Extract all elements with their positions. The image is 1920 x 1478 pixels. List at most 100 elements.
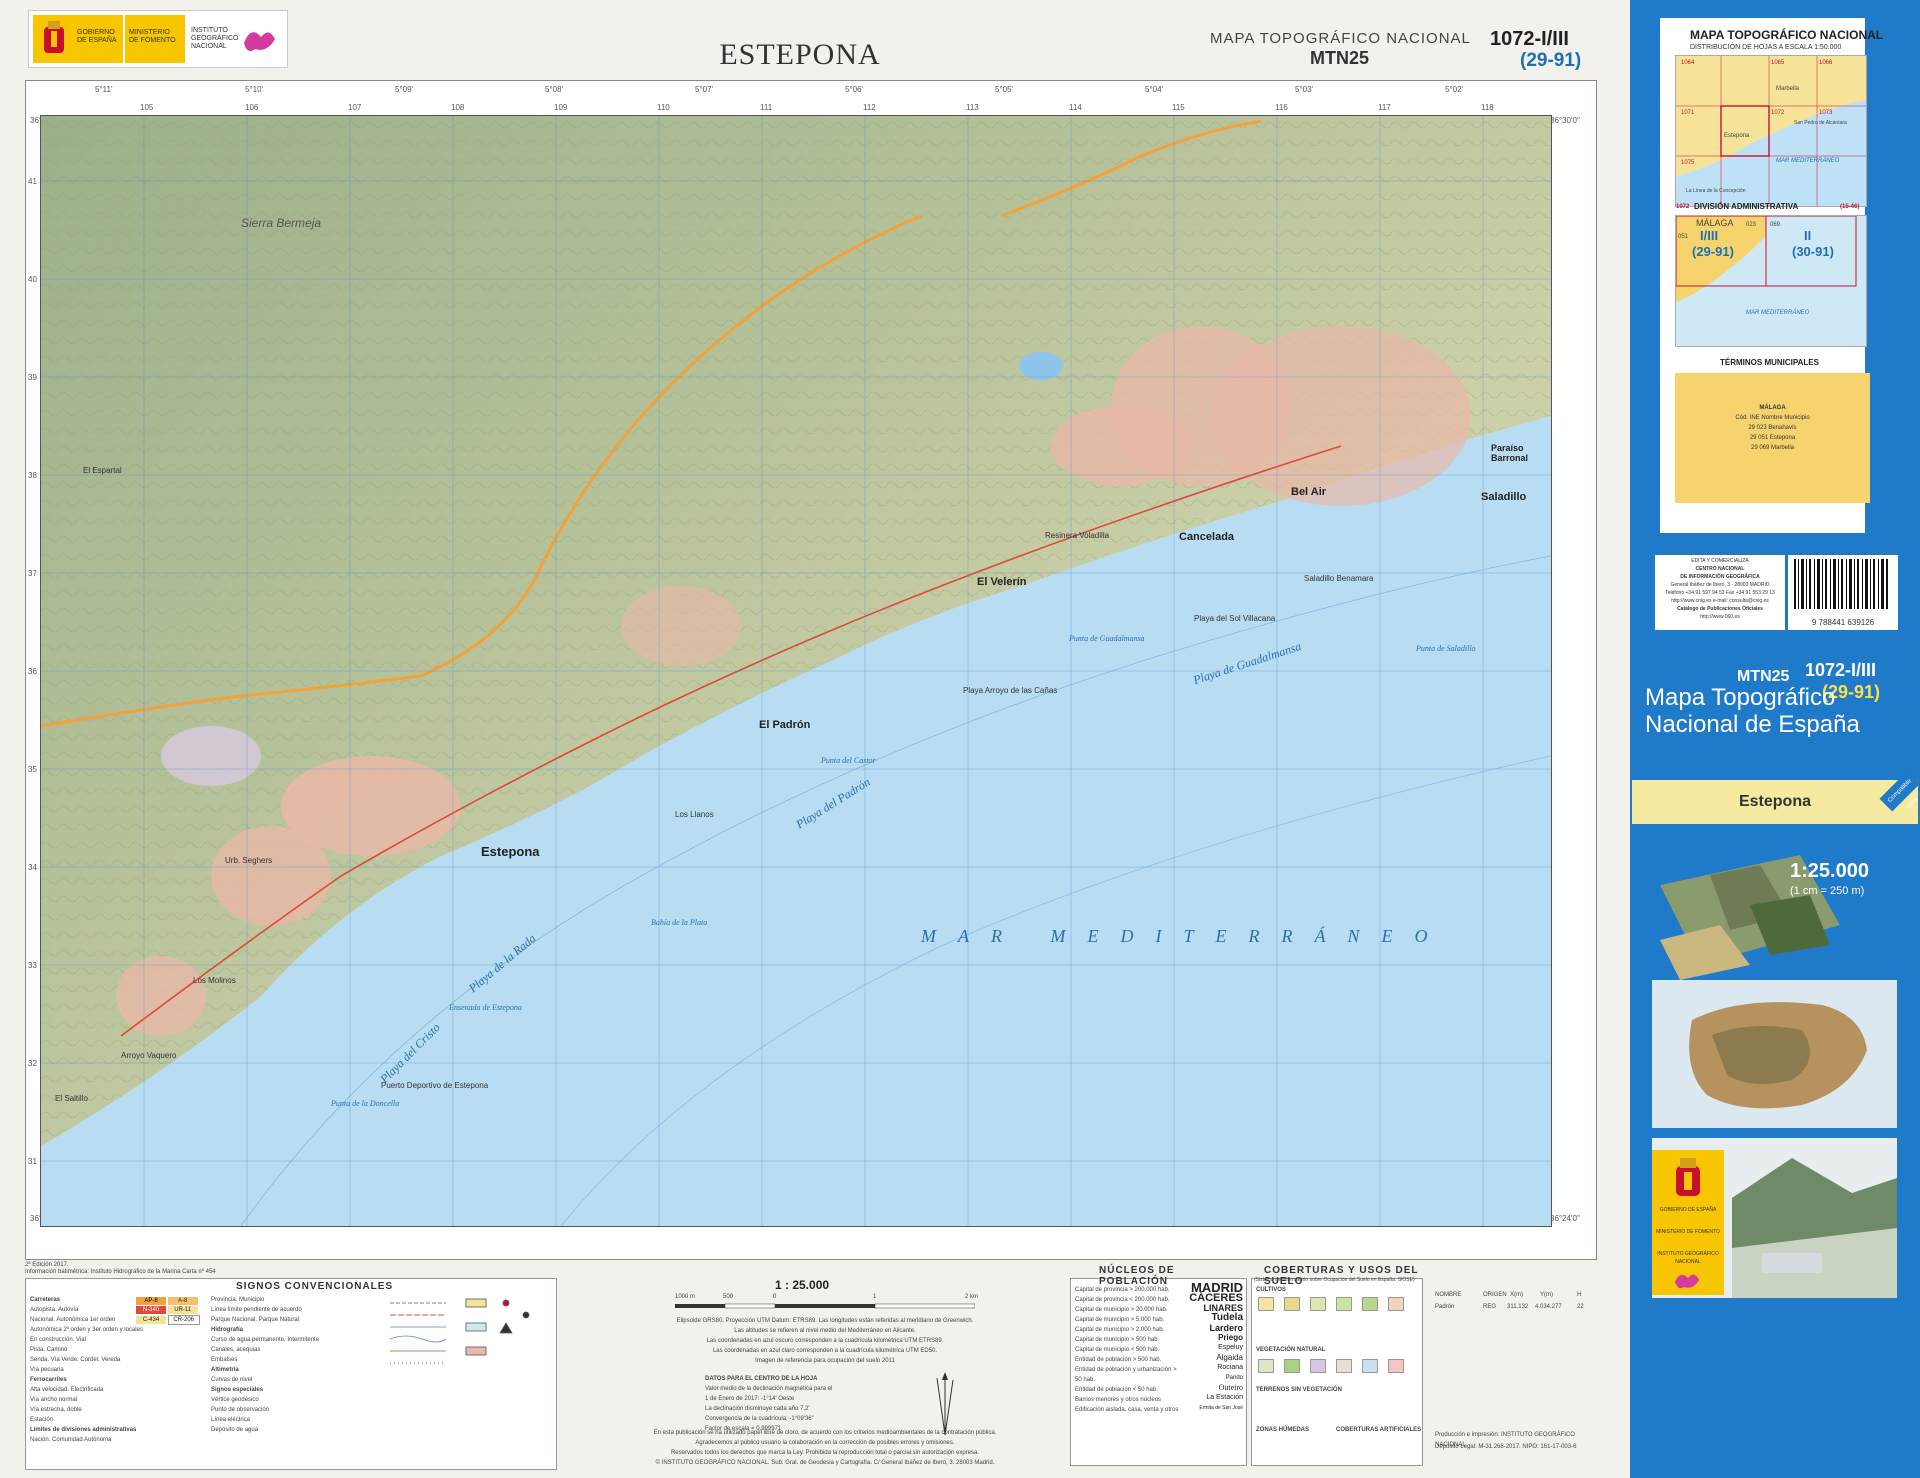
cob-section: CULTIVOS <box>1256 1287 1286 1293</box>
ov-place: MAR MEDITERRÁNEO <box>1776 158 1840 164</box>
datum-line: Las altitudes se refieren al nivel medio… <box>734 1328 916 1334</box>
nucleo-name: Outeiro <box>1218 1383 1243 1392</box>
signo-item: Parque Nacional. Parque Natural <box>211 1317 300 1323</box>
nucleo-name: Algaida <box>1216 1353 1243 1362</box>
utm-tick: 111 <box>760 103 773 112</box>
cob-swatch <box>1258 1359 1274 1373</box>
scale-tick: 1000 m <box>675 1294 696 1300</box>
top-tick: 5°09' <box>395 85 414 94</box>
map-graphic <box>41 116 1551 1226</box>
cover-scale: 1:25.000 <box>1790 860 1869 882</box>
top-tick: 5°10' <box>245 85 264 94</box>
left-tick: 34 <box>28 863 37 872</box>
place-label: El Padrón <box>759 719 811 731</box>
nucleo-row: Capital de municipio > 5.000 hab. <box>1075 1317 1165 1323</box>
nucleo-name: Rociana <box>1217 1364 1243 1371</box>
road-code-swatches: AP-8 A-8 N-340 UR-11 C-434 CR-206 <box>136 1297 216 1325</box>
left-tick: 37 <box>28 569 37 578</box>
div-label: I/III <box>1700 228 1719 243</box>
ov-place: Marbella <box>1776 86 1800 92</box>
cob-sub: (Sistema de Información sobre Ocupación … <box>1254 1277 1415 1283</box>
edition-note: Información batimétrica: Instituto Hidro… <box>25 1269 216 1275</box>
nucleo-row: Entidad de población y urbanización > 50… <box>1075 1367 1177 1383</box>
left-tick: 36 <box>28 667 37 676</box>
place-label: Resinera Voladilla <box>1045 531 1110 540</box>
division-sub: (15-46) <box>1840 204 1860 210</box>
header-logos: GOBIERNO DE ESPAÑA MINISTERIO DE FOMENTO… <box>28 10 288 68</box>
series-title: MAPA TOPOGRÁFICO NACIONAL <box>1210 30 1471 47</box>
nombre-cell: 4.034.277 <box>1535 1304 1562 1310</box>
place-label: Paraíso Barronal <box>1491 443 1529 463</box>
nucleo-name: La Estación <box>1206 1394 1243 1401</box>
datum-line: Las coordenadas en azul oscuro correspon… <box>706 1338 944 1344</box>
rights-note: Reservados todos los derechos que marca … <box>670 1450 980 1456</box>
ov-sheet: 1066 <box>1819 60 1833 66</box>
nombre-header: ORIGEN <box>1483 1292 1507 1298</box>
utm-tick: 117 <box>1378 103 1391 112</box>
signo-item: Vía pecuaria <box>30 1367 64 1373</box>
gov-bottom-line: INSTITUTO GEOGRÁFICO NACIONAL <box>1657 1251 1719 1265</box>
div-label: 023 <box>1746 222 1757 228</box>
division-sheet: 1072 <box>1676 204 1690 210</box>
overview-map[interactable]: 1064 1065 1066 1071 1072 1073 1075 Marbe… <box>1675 55 1867 207</box>
utm-tick: 118 <box>1481 103 1494 112</box>
utm-tick: 113 <box>966 103 979 112</box>
signo-item: Hidrografía <box>211 1327 244 1333</box>
signo-item: Vértice geodésico <box>211 1397 259 1403</box>
datum-line: Elipsoide GRS80. Proyección UTM Datum: E… <box>676 1318 974 1324</box>
nucleo-row: Capital de municipio > 20.000 hab. <box>1075 1307 1168 1313</box>
cover-code: 1072-I/III <box>1805 660 1877 680</box>
place-label: Bel Air <box>1291 486 1327 498</box>
signo-item: Provincia. Municipio <box>211 1297 265 1303</box>
signo-item: Punto de observación <box>211 1407 270 1413</box>
signo-item: Línea límite pendiente de acuerdo <box>211 1307 302 1313</box>
place-label: Sierra Bermeja <box>241 216 322 230</box>
overview-sub: DISTRIBUCIÓN DE HOJAS A ESCALA 1:50.000 <box>1690 44 1842 51</box>
sea-label: MAR MEDITERRÁNEO <box>921 926 1450 946</box>
nombre-header: NOMBRE <box>1435 1292 1462 1298</box>
sheet-number: 1072-I/III <box>1490 28 1569 50</box>
utm-tick: 115 <box>1172 103 1185 112</box>
nucleo-name: Pando <box>1225 1375 1243 1381</box>
topographic-map[interactable]: Estepona El Padrón El Velerín Cancelada … <box>40 115 1552 1227</box>
gov-bottom-logo: GOBIERNO DE ESPAÑA MINISTERIO DE FOMENTO… <box>1652 1150 1724 1295</box>
scale-tick: 500 <box>723 1294 734 1300</box>
magnetic-title: DATOS PARA EL CENTRO DE LA HOJA <box>705 1376 818 1382</box>
left-tick: 41 <box>28 177 37 186</box>
nucleo-row: Capital de municipio < 500 hab. <box>1075 1347 1160 1353</box>
pub-line: CENTRO NACIONAL <box>1695 566 1745 572</box>
cob-swatch <box>1362 1297 1378 1311</box>
div-label: II <box>1804 228 1812 243</box>
place-label: Saladillo <box>1481 491 1527 503</box>
nucleo-name: CÁCERES <box>1189 1292 1243 1304</box>
top-tick: 5°05' <box>995 85 1014 94</box>
division-map[interactable]: MÁLAGA I/III (29-91) II (30-91) 051 023 … <box>1675 215 1867 347</box>
cob-swatch <box>1310 1359 1326 1373</box>
nucleo-row: Entidad de población < 50 hab. <box>1075 1387 1158 1393</box>
left-tick: 35 <box>28 765 37 774</box>
utm-tick: 114 <box>1069 103 1082 112</box>
scale-block: 1 : 25.000 1000 m 500 0 1 2 km Elipsoide… <box>625 1278 1025 1468</box>
datum-line: Las coordenadas en azul claro correspond… <box>712 1348 938 1354</box>
ov-sheet: 1064 <box>1681 60 1695 66</box>
pub-line: EDITA Y COMERCIALIZA <box>1691 558 1749 564</box>
ign-line1: INSTITUTO <box>191 27 228 34</box>
nucleo-row: Barrios menores y otros núcleos <box>1075 1397 1162 1403</box>
div-label: (29-91) <box>1692 244 1734 259</box>
pub-line: Catálogo de Publicaciones Oficiales <box>1677 606 1763 612</box>
cob-section: TERRENOS SIN VEGETACIÓN <box>1256 1387 1342 1393</box>
signos-title: SIGNOS CONVENCIONALES <box>236 1281 394 1292</box>
div-label: 051 <box>1678 234 1689 240</box>
iberia-map-graphic <box>1652 980 1897 1128</box>
place-label: El Velerín <box>977 576 1027 588</box>
publisher-box: EDITA Y COMERCIALIZA CENTRO NACIONAL DE … <box>1655 555 1785 630</box>
road-code: CR-206 <box>167 1315 200 1325</box>
nucleo-name: Espeluy <box>1218 1344 1243 1351</box>
signo-item: Vía estrecha, doble <box>30 1407 82 1413</box>
nucleo-row: Capital de municipio > 2.000 hab. <box>1075 1327 1165 1333</box>
overview-title: MAPA TOPOGRÁFICO NACIONAL <box>1690 28 1884 42</box>
nombre-cell: Padrón <box>1435 1304 1455 1310</box>
gobierno-logo: GOBIERNO DE ESPAÑA <box>33 15 123 63</box>
left-km-ticks: 41 40 39 38 37 36 35 34 33 32 31 <box>28 115 40 1225</box>
pub-line: General Ibáñez de Ibero, 3 - 28003 MADRI… <box>1670 582 1770 588</box>
